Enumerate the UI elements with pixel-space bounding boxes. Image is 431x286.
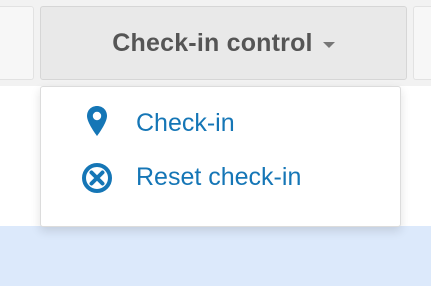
- menu-item-label: Check-in: [136, 109, 235, 137]
- menu-item-reset-checkin[interactable]: Reset check-in: [41, 151, 400, 207]
- menu-item-label: Reset check-in: [136, 163, 302, 191]
- checkin-dropdown-menu: Check-in Reset check-in: [40, 86, 401, 227]
- checkin-control-label: Check-in control: [112, 28, 313, 57]
- times-circle-icon: [81, 162, 113, 199]
- toolbar-button-right[interactable]: [413, 6, 431, 80]
- menu-item-checkin[interactable]: Check-in: [41, 95, 400, 151]
- highlight-band: [0, 226, 431, 286]
- map-marker-icon: [86, 105, 108, 142]
- checkin-control-dropdown-button[interactable]: Check-in control: [40, 6, 407, 80]
- toolbar-button-left[interactable]: [0, 6, 34, 80]
- caret-down-icon: [322, 41, 335, 48]
